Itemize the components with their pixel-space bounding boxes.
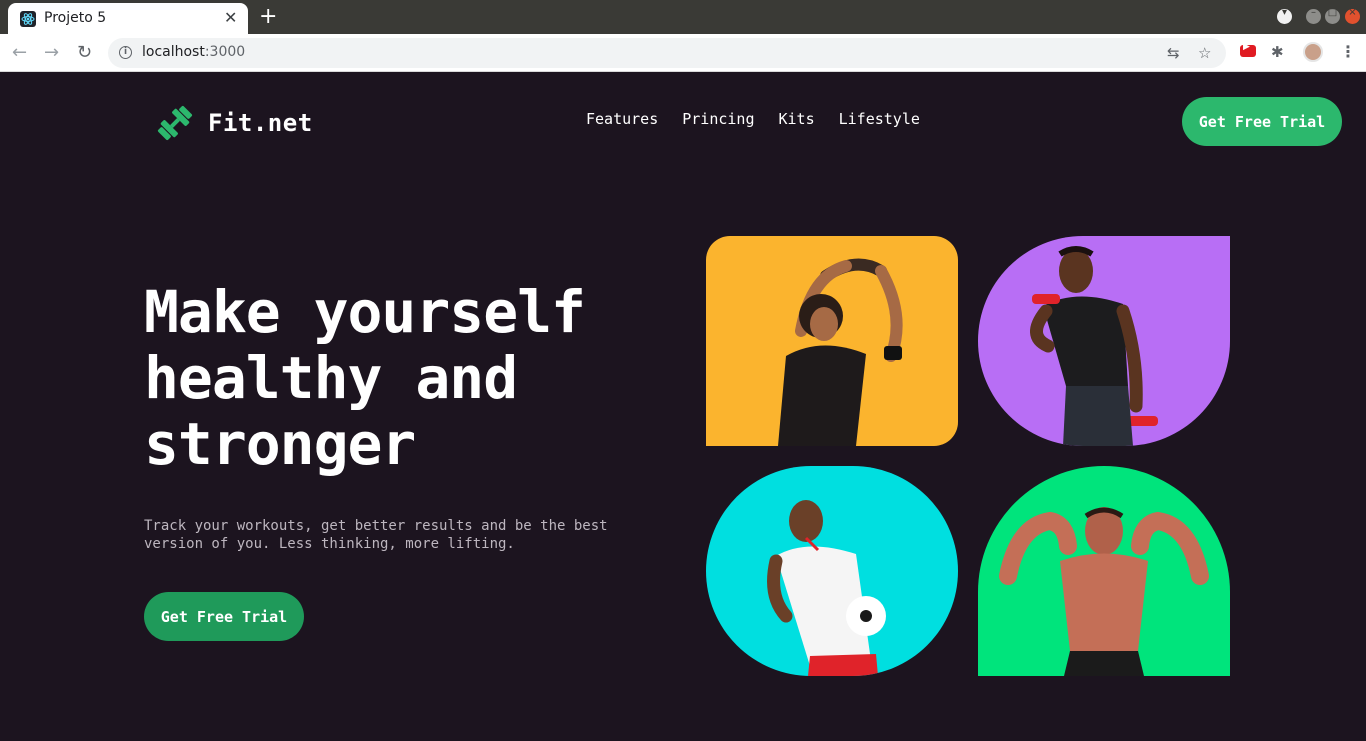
- nav-link-lifestyle[interactable]: Lifestyle: [839, 110, 920, 128]
- close-icon: ×: [1348, 7, 1357, 18]
- main-nav: Features Princing Kits Lifestyle: [586, 110, 920, 128]
- hero-subtitle: Track your workouts, get better results …: [144, 518, 608, 552]
- chevron-down-icon: ▾: [1281, 7, 1288, 18]
- stretching-man-photo: [778, 258, 903, 446]
- address-bar[interactable]: i localhost:3000 ⇆ ☆: [108, 38, 1226, 68]
- extensions-puzzle-icon[interactable]: ✱: [1271, 43, 1284, 61]
- logo-text: Fit.net: [208, 109, 313, 137]
- forward-arrow-icon[interactable]: →: [44, 42, 59, 63]
- tab-title: Projeto 5: [44, 10, 107, 26]
- gallery-tile-bodybuilder: [978, 466, 1230, 676]
- hero-title: Make yourself healthy and stronger: [144, 278, 586, 478]
- browser-toolbar: ← → ↻ i localhost:3000 ⇆ ☆: [0, 34, 1366, 72]
- window-maximize-button[interactable]: □: [1325, 7, 1340, 24]
- header-free-trial-button[interactable]: Get Free Trial: [1182, 97, 1342, 146]
- browser-tab[interactable]: Projeto 5 ✕: [8, 3, 248, 34]
- nav-link-features[interactable]: Features: [586, 110, 658, 128]
- bodybuilder-photo: [999, 507, 1209, 676]
- logo[interactable]: Fit.net: [156, 103, 313, 143]
- reload-icon[interactable]: ↻: [77, 42, 92, 63]
- page: Fit.net Features Princing Kits Lifestyle…: [0, 73, 1366, 741]
- browser-titlebar: Projeto 5 ✕ + ▾ – □ ×: [0, 0, 1366, 34]
- soccer-man-photo: [767, 500, 886, 676]
- nav-link-kits[interactable]: Kits: [779, 110, 815, 128]
- dumbbell-icon: [157, 105, 193, 141]
- window-menu-button[interactable]: ▾: [1277, 7, 1292, 24]
- url-host: localhost: [142, 44, 205, 60]
- bookmark-star-icon[interactable]: ☆: [1198, 44, 1211, 62]
- minimize-icon: –: [1311, 7, 1316, 18]
- maximize-icon: □: [1327, 7, 1338, 18]
- gallery-tile-dumbbells: [978, 236, 1230, 446]
- gallery-tile-stretching: [706, 236, 958, 446]
- youtube-extension-icon[interactable]: ▶: [1240, 42, 1256, 57]
- profile-avatar[interactable]: [1303, 42, 1323, 62]
- back-arrow-icon[interactable]: ←: [12, 42, 27, 63]
- window-close-button[interactable]: ×: [1345, 7, 1360, 24]
- hero-free-trial-button[interactable]: Get Free Trial: [144, 592, 304, 641]
- info-icon[interactable]: i: [119, 46, 132, 59]
- nav-link-pricing[interactable]: Princing: [682, 110, 754, 128]
- dumbbell-man-photo: [1030, 246, 1158, 446]
- url-text[interactable]: localhost:3000: [142, 44, 245, 60]
- gallery-tile-soccer: [706, 466, 958, 676]
- url-port: :3000: [204, 44, 246, 60]
- window-minimize-button[interactable]: –: [1306, 7, 1321, 24]
- tab-close-icon[interactable]: ✕: [224, 8, 237, 27]
- new-tab-button[interactable]: +: [259, 4, 277, 29]
- react-favicon-icon: [20, 11, 36, 27]
- translate-icon[interactable]: ⇆: [1167, 44, 1180, 62]
- browser-menu-icon[interactable]: ⋮: [1340, 42, 1356, 61]
